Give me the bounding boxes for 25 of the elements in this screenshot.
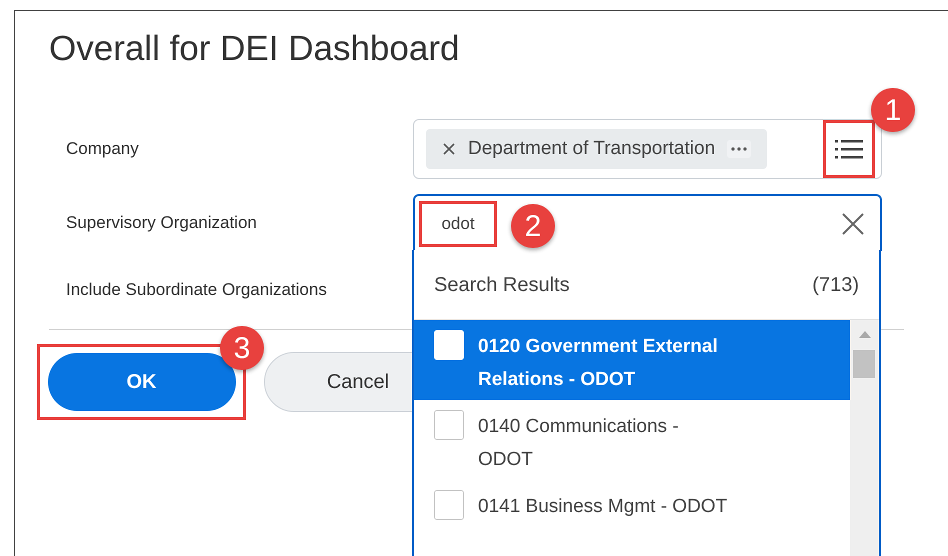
field-label: Company — [65, 138, 140, 160]
result-label: 0141 Business Mgmt - ODOT — [478, 495, 728, 519]
more-icon[interactable] — [727, 140, 752, 158]
dialog-title: Overall for DEI Dashboard — [49, 29, 460, 69]
scroll-thumb[interactable] — [853, 350, 875, 378]
checkbox[interactable] — [434, 490, 464, 520]
list-icon[interactable] — [835, 138, 863, 160]
results-title: Search Results — [434, 272, 570, 298]
step-number-badge: 3 — [220, 326, 264, 370]
chip-label: Department of Transportation — [468, 136, 716, 161]
step-number-badge: 1 — [871, 88, 915, 132]
clear-icon[interactable] — [840, 210, 866, 236]
search-text: odot — [441, 212, 475, 235]
company-field[interactable]: Department of Transportation — [413, 119, 882, 179]
checkbox[interactable] — [434, 410, 464, 440]
result-label: 0120 Government External Relations - ODOT — [478, 335, 719, 392]
field-label: Include Subordinate Organizations — [65, 279, 328, 301]
results-count: (713) — [812, 272, 859, 298]
field-label: Supervisory Organization — [65, 212, 258, 234]
ok-button[interactable]: OK — [48, 352, 236, 410]
result-label: 0140 Communications - ODOT — [478, 415, 680, 472]
step-number-badge: 2 — [511, 204, 555, 248]
remove-icon[interactable] — [442, 142, 456, 156]
scrollbar[interactable] — [850, 320, 879, 556]
result-item[interactable]: 0120 Government External Relations - ODOT — [414, 320, 850, 400]
